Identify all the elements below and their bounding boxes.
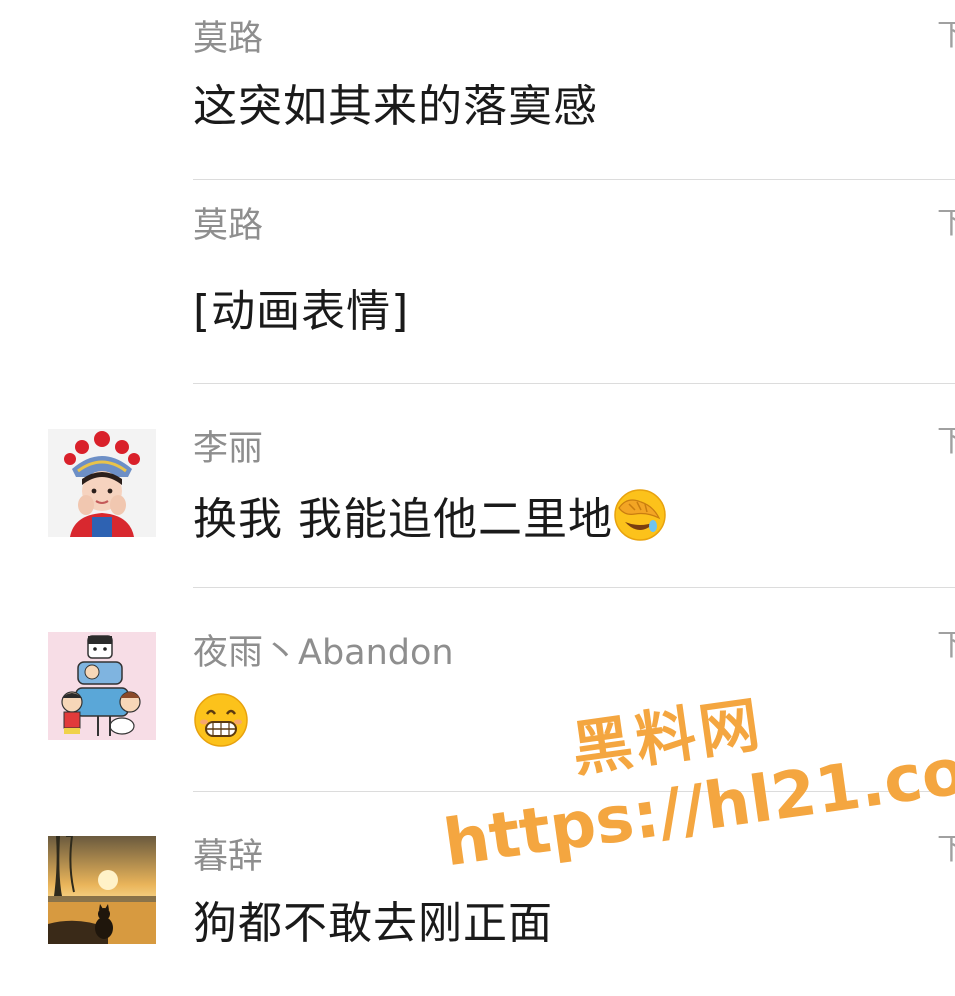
comment-item[interactable]: 夜雨丶Abandon 下: [0, 588, 955, 792]
cartoon-kids-avatar-icon: [48, 632, 156, 740]
avatar[interactable]: [48, 429, 156, 537]
comment-text: 狗都不敢去刚正面: [193, 898, 553, 949]
comment-author-name[interactable]: 李丽: [193, 428, 263, 470]
comment-time: 下: [937, 632, 955, 660]
comment-text: [193, 692, 249, 756]
comment-author-name[interactable]: 莫路: [193, 205, 263, 247]
comment-item[interactable]: 莫路 [动画表情] 下: [0, 180, 955, 384]
comment-time: 下: [937, 428, 955, 456]
comment-item[interactable]: 莫路 这突如其来的落寞感 下: [0, 0, 955, 204]
comment-time: 下: [937, 22, 955, 50]
face-palm-laughing-emoji-icon: [613, 488, 667, 542]
comment-text: 这突如其来的落寞感: [193, 81, 598, 132]
girl-opera-headdress-avatar-icon: [48, 429, 156, 537]
grinning-face-emoji-icon: [193, 692, 249, 748]
comment-author-name[interactable]: 莫路: [193, 18, 263, 60]
avatar[interactable]: [48, 632, 156, 740]
comment-time: 下: [937, 210, 955, 238]
comment-text-content: 换我 我能追他二里地: [193, 494, 613, 545]
comment-text: 换我 我能追他二里地: [193, 488, 667, 548]
avatar[interactable]: [48, 836, 156, 944]
comment-author-name[interactable]: 夜雨丶Abandon: [193, 632, 454, 674]
comment-text: [动画表情]: [193, 286, 410, 337]
comment-item[interactable]: 暮辞 狗都不敢去刚正面 下: [0, 792, 955, 996]
comment-author-name[interactable]: 暮辞: [193, 836, 263, 878]
comment-time: 下: [937, 836, 955, 864]
sunset-lake-cat-avatar-icon: [48, 836, 156, 944]
comment-item[interactable]: 李丽 换我 我能追他二里地 下: [0, 384, 955, 588]
comment-thread: 莫路 这突如其来的落寞感 下 莫路 [动画表情] 下 李丽 换我 我能追他二里地…: [0, 0, 955, 981]
